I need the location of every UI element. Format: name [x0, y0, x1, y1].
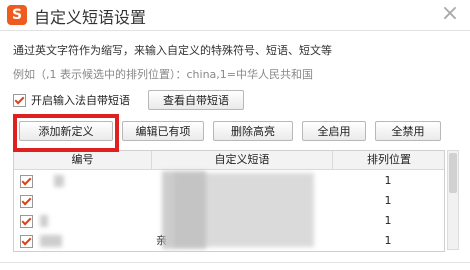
enable-builtin-label: 开启输入法自带短语 [31, 94, 130, 107]
disable-all-button[interactable]: 全禁用 [375, 121, 441, 141]
view-builtin-button[interactable]: 查看自带短语 [148, 90, 244, 110]
table-scrollbar[interactable] [447, 150, 459, 250]
row-checkbox[interactable] [20, 175, 33, 188]
row-position: 1 [384, 194, 392, 207]
redacted-block [40, 215, 48, 227]
column-header-abbr: 编号 [71, 153, 94, 166]
column-header-phrase: 自定义短语 [151, 151, 332, 169]
enable-builtin-checkbox[interactable] [13, 93, 26, 107]
add-definition-button[interactable]: 添加新定义 [19, 121, 113, 141]
row-checkbox[interactable] [20, 195, 33, 208]
title-bar: S 自定义短语设置 × [0, 0, 470, 31]
sogou-logo-icon: S [7, 5, 27, 25]
scrollbar-thumb[interactable] [449, 153, 457, 193]
redacted-block [174, 173, 314, 247]
enable-builtin-option[interactable]: 开启输入法自带短语 [13, 90, 130, 110]
row-checkbox[interactable] [20, 215, 33, 228]
row-checkbox[interactable] [20, 235, 33, 248]
redacted-block [40, 235, 62, 247]
description-line-1: 通过英文字符作为缩写，来输入自定义的特殊符号、短语、短文等 [13, 44, 332, 57]
bottom-divider [0, 262, 470, 263]
column-header-position: 排列位置 [332, 151, 444, 169]
phrase-table: 编号 自定义短语 排列位置 1 1 1 亲 1 [13, 150, 445, 252]
enable-all-button[interactable]: 全启用 [302, 121, 366, 141]
row-position: 1 [384, 234, 392, 247]
window-title: 自定义短语设置 [34, 8, 147, 27]
close-icon[interactable]: × [438, 2, 462, 26]
edit-existing-button[interactable]: 编辑已有项 [122, 121, 204, 141]
delete-highlighted-button[interactable]: 删除高亮 [213, 121, 293, 141]
table-header: 编号 自定义短语 排列位置 [14, 151, 444, 170]
description-line-2: 例如（,1 表示候选中的排列位置）：china,1=中华人民共和国 [13, 68, 313, 81]
redacted-block [54, 175, 64, 187]
row-position: 1 [384, 174, 392, 187]
row-position: 1 [384, 214, 392, 227]
